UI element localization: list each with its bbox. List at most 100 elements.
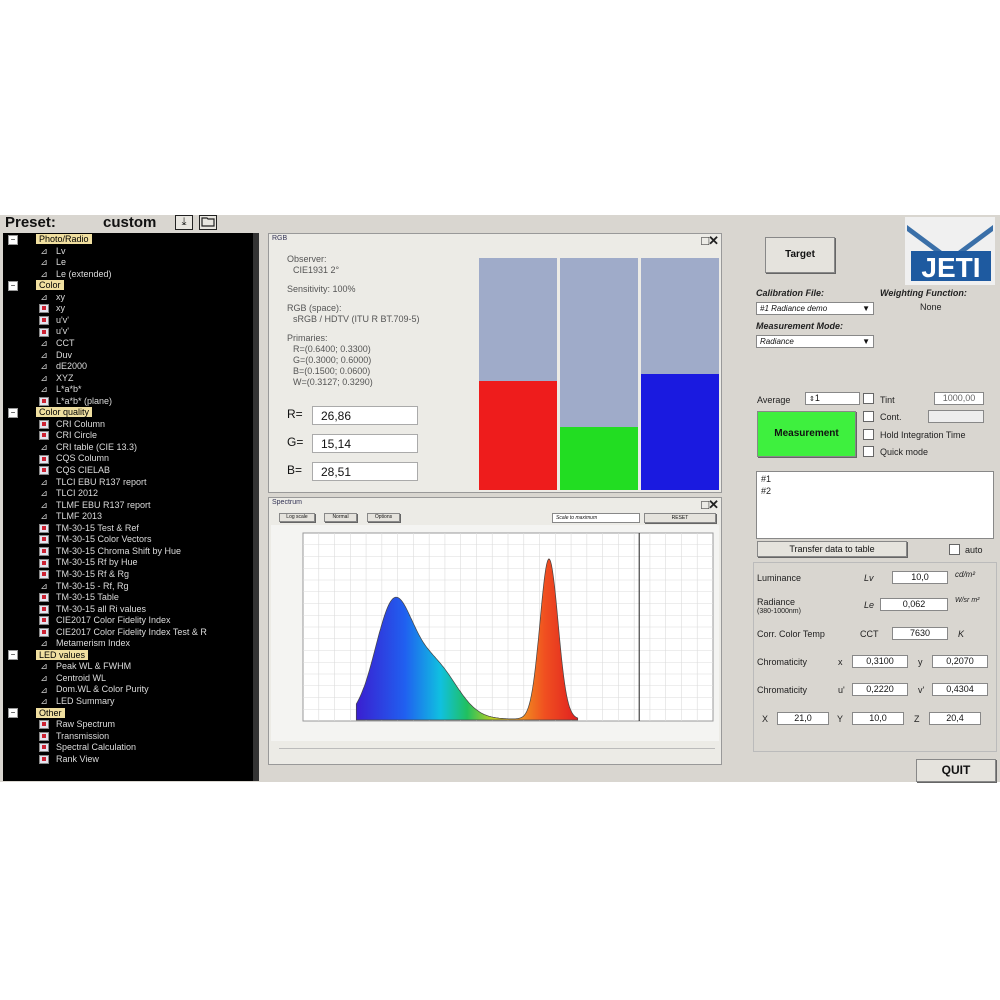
tint-checkbox[interactable] [863, 393, 874, 404]
tree-item-label: CIE2017 Color Fidelity Index [56, 615, 171, 626]
tree-item[interactable]: ⊿ Metamerism Index [39, 638, 130, 650]
weighting-function-label: Weighting Function: [880, 288, 967, 298]
chromaticity-xy-label: Chromaticity [757, 657, 808, 667]
tree-group[interactable]: − Photo/Radio [8, 234, 92, 246]
rgb-panel-close-icon[interactable]: □✕ [701, 233, 719, 249]
tree-item[interactable]: u'v' [39, 315, 69, 327]
primaries-list: R=(0.6400; 0.3300) G=(0.3000; 0.6000) B=(0… [287, 344, 420, 388]
tree-item[interactable]: ⊿ TLMF EBU R137 report [39, 500, 150, 512]
view-tree[interactable]: − Photo/Radio ⊿ Lv ⊿ Le ⊿ Le (extended) − Color ⊿ x… [3, 233, 259, 781]
tree-item[interactable]: ⊿ TM-30-15 - Rf, Rg [39, 581, 128, 593]
tree-item[interactable]: Spectral Calculation [39, 742, 136, 754]
checked-view-icon [39, 754, 49, 764]
graph-icon: ⊿ [40, 349, 48, 360]
tree-item[interactable]: Transmission [39, 731, 109, 743]
graph-icon: ⊿ [40, 372, 48, 383]
measurement-mode-select[interactable]: Radiance ▼ [756, 335, 874, 348]
tree-item-label: CQS Column [56, 453, 110, 464]
tint-input[interactable]: 1000,00 [934, 392, 984, 405]
rgb-bar-fill [479, 381, 557, 490]
preset-open-button[interactable] [199, 215, 217, 230]
tree-item[interactable]: TM-30-15 all Ri values [39, 604, 146, 616]
auto-checkbox[interactable] [949, 544, 960, 555]
tree-item[interactable]: Rank View [39, 754, 99, 766]
quick-mode-checkbox[interactable] [863, 446, 874, 457]
tree-item[interactable]: TM-30-15 Rf & Rg [39, 569, 129, 581]
tree-scrollbar[interactable] [253, 233, 259, 781]
tree-item[interactable]: ⊿ xy [39, 292, 65, 304]
target-button[interactable]: Target [765, 237, 835, 273]
collapse-icon[interactable]: − [8, 280, 18, 291]
tree-item[interactable]: ⊿ dE2000 [39, 361, 87, 373]
tree-item[interactable]: ⊿ CCT [39, 338, 74, 350]
tree-item[interactable]: ⊿ XYZ [39, 372, 73, 385]
tree-item[interactable]: L*a*b* (plane) [39, 396, 112, 408]
log-scale-button[interactable]: Log scale [279, 513, 315, 522]
collapse-icon[interactable]: − [8, 234, 18, 245]
tree-group[interactable]: − Other [8, 707, 65, 720]
tree-item[interactable]: ⊿ Le [39, 257, 66, 269]
spectrum-panel-close-icon[interactable]: □✕ [701, 497, 719, 513]
tree-item[interactable]: CIE2017 Color Fidelity Index [39, 615, 171, 627]
transfer-data-button[interactable]: Transfer data to table [757, 541, 907, 557]
tree-item[interactable]: Raw Spectrum [39, 719, 115, 731]
tree-item[interactable]: TM-30-15 Table [39, 592, 119, 604]
calibration-file-select[interactable]: #1 Radiance demo ▼ [756, 302, 874, 315]
tree-item[interactable]: CQS Column [39, 453, 109, 465]
tree-item[interactable]: TM-30-15 Rf by Hue [39, 557, 138, 569]
cont-stepper[interactable] [928, 410, 984, 423]
checked-view-icon [39, 558, 49, 568]
tree-item[interactable]: TM-30-15 Test & Ref [39, 523, 139, 535]
preset-value[interactable]: custom [103, 214, 156, 231]
collapse-icon[interactable]: − [8, 407, 18, 418]
tree-item[interactable]: ⊿ LED Summary [39, 696, 114, 708]
list-item[interactable]: #1 [757, 472, 993, 486]
tree-item[interactable]: ⊿ L*a*b* [39, 384, 81, 396]
tree-item[interactable]: ⊿ TLCI 2012 [39, 488, 98, 500]
X-value: 21,0 [777, 712, 829, 725]
cont-checkbox[interactable] [863, 411, 874, 422]
tree-item[interactable]: CRI Circle [39, 430, 97, 442]
options-button[interactable]: Options [367, 513, 400, 522]
collapse-icon[interactable]: − [8, 650, 18, 661]
checked-view-icon [39, 627, 49, 637]
tree-item[interactable]: ⊿ Le (extended) [39, 269, 111, 281]
tree-group[interactable]: − Color [8, 280, 64, 292]
normal-button[interactable]: Normal [324, 513, 357, 522]
luminance-unit: cd/m² [955, 570, 975, 579]
tree-item[interactable]: CQS CIELAB [39, 465, 110, 477]
tree-item[interactable]: ⊿ TLCI EBU R137 report [39, 477, 146, 489]
graph-icon: ⊿ [40, 291, 48, 302]
tree-item[interactable]: xy [39, 303, 65, 315]
tree-item[interactable]: ⊿ Centroid WL [39, 673, 106, 685]
tree-item[interactable]: ⊿ TLMF 2013 [39, 511, 102, 523]
cct-unit: K [958, 629, 965, 639]
cct-symbol: CCT [860, 629, 879, 639]
tree-item[interactable]: TM-30-15 Color Vectors [39, 534, 152, 546]
measurement-list[interactable]: #1 #2 [756, 471, 994, 539]
checked-view-icon [39, 535, 49, 545]
tree-item[interactable]: ⊿ Duv [39, 350, 72, 362]
preset-save-button[interactable]: ⤓ [175, 215, 193, 230]
chromaticity-uv-label: Chromaticity [757, 685, 808, 695]
average-stepper[interactable]: ⇕1 [805, 392, 860, 405]
hold-integration-checkbox[interactable] [863, 429, 874, 440]
scale-select[interactable]: Scale to maximum [552, 513, 640, 523]
reset-button[interactable]: RESET [644, 513, 716, 523]
rgb-value-label: R= [287, 407, 303, 421]
tree-item[interactable]: ⊿ Lv [39, 246, 65, 258]
tree-item[interactable]: TM-30-15 Chroma Shift by Hue [39, 546, 181, 558]
luminance-symbol: Lv [864, 573, 874, 583]
measurement-button[interactable]: Measurement [757, 411, 856, 457]
tree-item[interactable]: CRI Column [39, 419, 105, 431]
tree-group[interactable]: − Color quality [8, 407, 93, 419]
list-item[interactable]: #2 [757, 486, 993, 496]
tree-item[interactable]: CIE2017 Color Fidelity Index Test & R [39, 627, 207, 639]
tree-item[interactable]: ⊿ Dom.WL & Color Purity [39, 684, 148, 696]
tree-item[interactable]: ⊿ Peak WL & FWHM [39, 661, 131, 673]
quit-button[interactable]: QUIT [916, 759, 996, 782]
collapse-icon[interactable]: − [8, 708, 18, 719]
tree-item[interactable]: ⊿ CRI table (CIE 13.3) [39, 442, 137, 454]
tree-group[interactable]: − LED values [8, 649, 89, 662]
tree-item[interactable]: u'v' [39, 326, 69, 338]
